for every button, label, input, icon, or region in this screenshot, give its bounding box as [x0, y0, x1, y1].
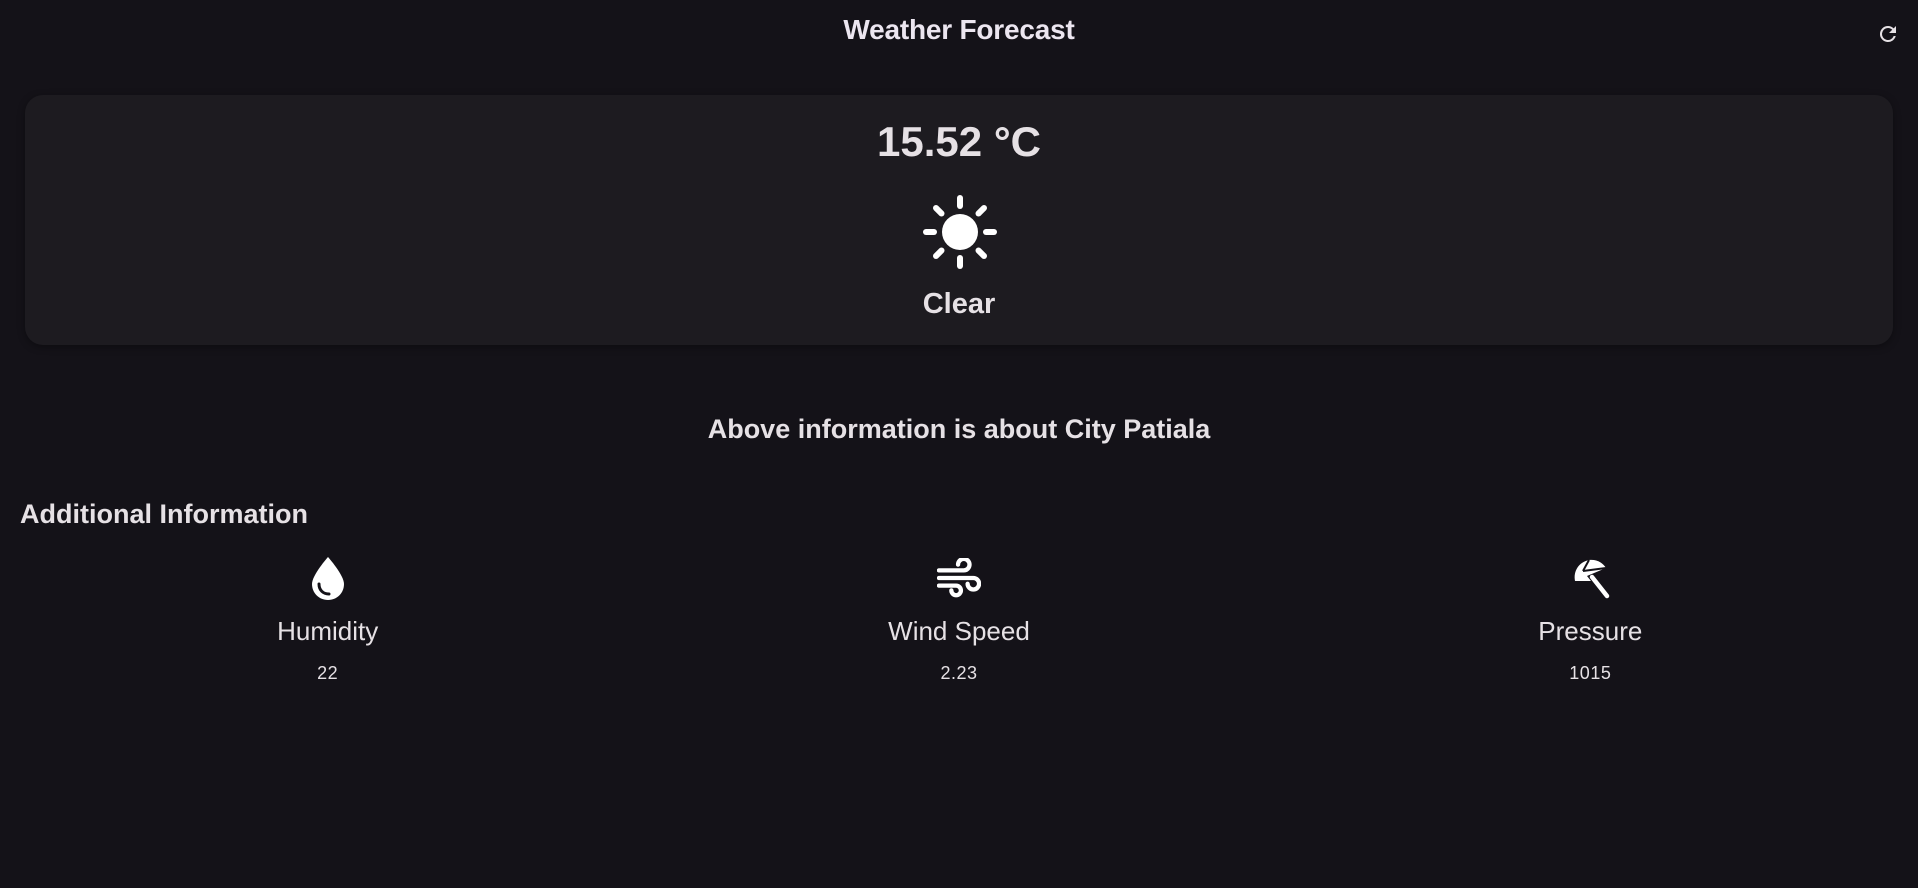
- temperature: 15.52 °C: [877, 118, 1041, 165]
- page-title: Weather Forecast: [843, 14, 1075, 45]
- pressure-stat: Pressure 1015: [1275, 555, 1906, 684]
- wind-icon: [936, 558, 981, 598]
- sun-icon: [923, 195, 997, 269]
- refresh-icon: [1879, 25, 1896, 42]
- water-drop-icon: [311, 557, 344, 600]
- humidity-stat: Humidity 22: [12, 555, 643, 684]
- additional-info-grid: Humidity 22 Wind Speed 2.23 Pressure 101…: [0, 555, 1918, 684]
- weather-app: Weather Forecast 15.52 °C Clear Above in…: [0, 0, 1918, 888]
- beach-umbrella-icon: [1574, 559, 1610, 599]
- humidity-value: 22: [317, 663, 339, 683]
- additional-info-heading: Additional Information: [20, 499, 308, 529]
- pressure-value: 1015: [1569, 663, 1612, 683]
- wind-speed-stat: Wind Speed 2.23: [643, 555, 1274, 684]
- location-text: Above information is about City Patiala: [707, 414, 1211, 444]
- humidity-label: Humidity: [277, 616, 379, 646]
- wind-speed-label: Wind Speed: [888, 616, 1030, 646]
- wind-speed-value: 2.23: [940, 663, 978, 683]
- refresh-button[interactable]: [1874, 20, 1902, 48]
- weather-condition: Clear: [922, 288, 996, 320]
- pressure-label: Pressure: [1538, 616, 1643, 646]
